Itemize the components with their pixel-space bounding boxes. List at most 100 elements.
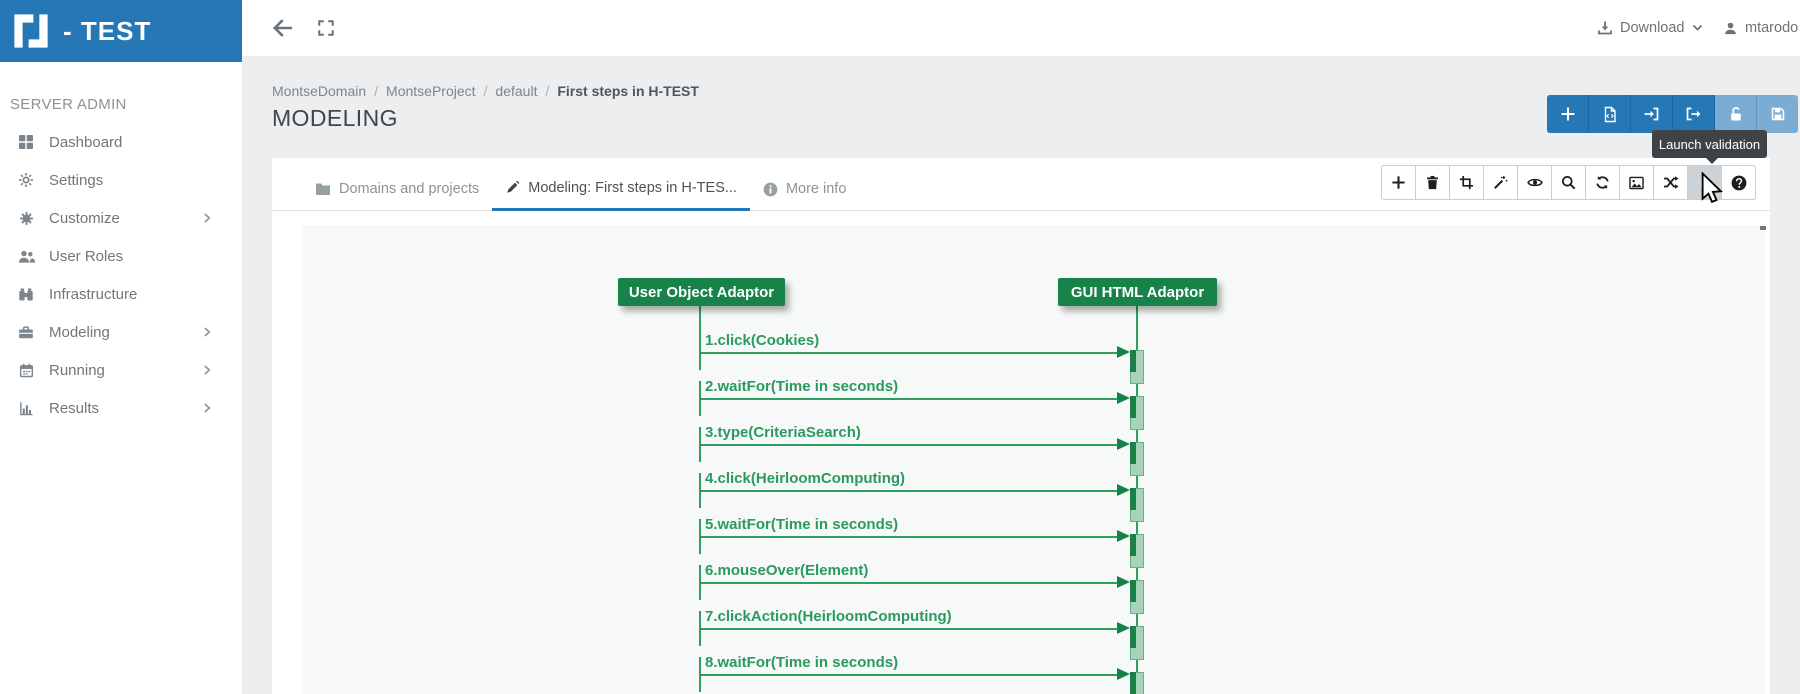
tooltip: Launch validation	[1652, 130, 1767, 158]
message-label[interactable]: 1.click(Cookies)	[705, 332, 819, 349]
bar-chart-icon	[16, 401, 36, 416]
chevron-down-icon	[1692, 24, 1703, 32]
download-menu[interactable]: Download	[1597, 0, 1703, 56]
message-line	[700, 628, 1117, 630]
canvas-scrollbar-thumb[interactable]	[1760, 226, 1766, 230]
lifeline-left	[699, 306, 701, 353]
sidebar-item-infrastructure[interactable]: Infrastructure	[0, 275, 242, 313]
file-code-icon	[1602, 106, 1618, 123]
breadcrumb-separator: /	[484, 83, 488, 99]
sidebar-item-label: Settings	[49, 172, 212, 189]
sidebar-item-label: Results	[49, 400, 203, 417]
wand-icon	[1493, 175, 1508, 190]
breadcrumb-current: First steps in H-TEST	[557, 83, 699, 99]
message-label[interactable]: 8.waitFor(Time in seconds)	[705, 654, 898, 671]
sidebar-item-results[interactable]: Results	[0, 389, 242, 427]
delete-button[interactable]	[1415, 165, 1450, 200]
briefcase-icon	[16, 325, 36, 340]
plus-icon	[1391, 175, 1406, 190]
tab-more-info[interactable]: More info	[750, 167, 859, 211]
help-button[interactable]	[1721, 165, 1756, 200]
lifeline-segment	[699, 353, 701, 370]
message-line	[700, 398, 1117, 400]
cog-solid-icon	[16, 211, 36, 226]
page-title: MODELING	[272, 105, 398, 132]
tooltip-text: Launch validation	[1659, 137, 1760, 152]
code-file-button[interactable]	[1589, 95, 1631, 133]
fullscreen-icon	[317, 19, 335, 37]
breadcrumb-project[interactable]: MontseProject	[386, 83, 475, 99]
lifeline-segment	[699, 583, 701, 600]
activation-bar-dark	[1130, 442, 1136, 464]
refresh-icon	[1595, 175, 1610, 190]
message-label[interactable]: 6.mouseOver(Element)	[705, 562, 868, 579]
sign-in-icon	[1643, 106, 1660, 122]
magic-wand-button[interactable]	[1483, 165, 1518, 200]
diagram-canvas[interactable]	[302, 225, 1765, 694]
arrowhead-icon	[1117, 484, 1130, 496]
download-icon	[1597, 20, 1613, 36]
message-label[interactable]: 4.click(HeirloomComputing)	[705, 470, 905, 487]
add-step-button[interactable]	[1381, 165, 1416, 200]
sidebar-item-modeling[interactable]: Modeling	[0, 313, 242, 351]
message-label[interactable]: 5.waitFor(Time in seconds)	[705, 516, 898, 533]
new-button[interactable]	[1547, 95, 1589, 133]
sidebar-item-user-roles[interactable]: User Roles	[0, 237, 242, 275]
snapshot-button[interactable]	[1619, 165, 1654, 200]
sidebar-item-dashboard[interactable]: Dashboard	[0, 123, 242, 161]
actor-label: User Object Adaptor	[629, 284, 774, 301]
lifeline-right	[1136, 306, 1138, 350]
user-menu[interactable]: mtarodo	[1723, 0, 1800, 56]
top-header: Download mtarodo	[242, 0, 1800, 56]
actor-gui-html-adaptor[interactable]: GUI HTML Adaptor	[1058, 278, 1217, 306]
crop-button[interactable]	[1449, 165, 1484, 200]
back-button[interactable]	[268, 14, 296, 42]
import-button[interactable]	[1631, 95, 1673, 133]
breadcrumb-separator: /	[545, 83, 549, 99]
user-icon	[1723, 21, 1738, 36]
refresh-button[interactable]	[1585, 165, 1620, 200]
sidebar-item-customize[interactable]: Customize	[0, 199, 242, 237]
message-line	[700, 352, 1117, 354]
chevron-right-icon	[203, 402, 212, 414]
tab-domains-and-projects[interactable]: Domains and projects	[302, 167, 492, 211]
gear-icon	[16, 172, 36, 188]
lifeline-segment	[699, 537, 701, 554]
activation-bar-dark	[1130, 396, 1136, 418]
message-line	[700, 582, 1117, 584]
sidebar-item-running[interactable]: Running	[0, 351, 242, 389]
message-label[interactable]: 2.waitFor(Time in seconds)	[705, 378, 898, 395]
message-line	[700, 674, 1117, 676]
app-window: Download mtarodo - TEST SERVER ADMIN Das…	[0, 0, 1800, 694]
message-label[interactable]: 7.clickAction(HeirloomComputing)	[705, 608, 952, 625]
chevron-right-icon	[203, 364, 212, 376]
actor-user-object-adaptor[interactable]: User Object Adaptor	[618, 278, 785, 306]
tooltip-caret	[1705, 157, 1719, 164]
mouse-cursor	[1700, 172, 1724, 204]
activation-bar-dark	[1130, 580, 1136, 602]
zoom-button[interactable]	[1551, 165, 1586, 200]
activation-bar-dark	[1130, 488, 1136, 510]
shuffle-icon	[1663, 175, 1679, 190]
sidebar-item-settings[interactable]: Settings	[0, 161, 242, 199]
breadcrumb-domain[interactable]: MontseDomain	[272, 83, 366, 99]
fullscreen-button[interactable]	[314, 16, 338, 40]
preview-button[interactable]	[1517, 165, 1552, 200]
arrowhead-icon	[1117, 392, 1130, 404]
arrowhead-icon	[1117, 438, 1130, 450]
activation-bar-dark	[1130, 626, 1136, 648]
app-logo[interactable]: - TEST	[0, 0, 242, 62]
arrowhead-icon	[1117, 622, 1130, 634]
message-label[interactable]: 3.type(CriteriaSearch)	[705, 424, 861, 441]
plus-icon	[1560, 106, 1576, 122]
pencil-icon	[505, 180, 520, 195]
tab-label: Domains and projects	[339, 181, 479, 197]
actor-label: GUI HTML Adaptor	[1071, 284, 1204, 301]
tab-modeling-current[interactable]: Modeling: First steps in H-TES...	[492, 167, 750, 211]
breadcrumb-default[interactable]: default	[495, 83, 537, 99]
action-button-row	[1547, 95, 1798, 133]
export-button[interactable]	[1673, 95, 1715, 133]
shuffle-button[interactable]	[1653, 165, 1688, 200]
sidebar-item-label: Dashboard	[49, 134, 212, 151]
sidebar-item-label: User Roles	[49, 248, 212, 265]
